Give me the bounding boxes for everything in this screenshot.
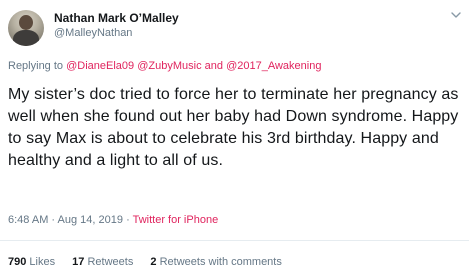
mention-link[interactable]: @DianeEla09 <box>66 60 134 72</box>
likes-count: 790 <box>8 256 27 268</box>
chevron-down-icon[interactable] <box>449 8 463 22</box>
tweet-source-link[interactable]: Twitter for iPhone <box>133 214 219 226</box>
tweet-text: My sister’s doc tried to force her to te… <box>8 86 459 169</box>
replying-to-line: Replying to @DianeEla09 @ZubyMusic and @… <box>8 60 321 72</box>
avatar[interactable] <box>8 10 44 46</box>
meta-separator: · <box>51 214 56 226</box>
author-handle[interactable]: @MalleyNathan <box>54 26 179 41</box>
mention-link[interactable]: @2017_Awakening <box>226 60 321 72</box>
meta-separator: · <box>126 214 130 226</box>
author-names: Nathan Mark O’Malley @MalleyNathan <box>54 11 179 41</box>
likes-stat[interactable]: 790 Likes <box>8 256 55 268</box>
tweet-stats: 790 Likes 17 Retweets 2 Retweets with co… <box>8 256 296 268</box>
mention-and-link[interactable]: and <box>205 60 223 72</box>
retweets-count: 17 <box>72 256 85 268</box>
mention-link[interactable]: @ZubyMusic <box>137 60 201 72</box>
retweets-stat[interactable]: 17 Retweets <box>72 256 133 268</box>
author-display-name[interactable]: Nathan Mark O’Malley <box>54 11 179 26</box>
comments-count: 2 <box>150 256 157 268</box>
tweet-meta: 6:48 AM · Aug 14, 2019 · Twitter for iPh… <box>8 214 218 226</box>
replying-to-label: Replying to <box>8 60 64 72</box>
divider <box>0 240 469 241</box>
tweet-date[interactable]: Aug 14, 2019 <box>58 214 123 226</box>
tweet-time[interactable]: 6:48 AM <box>8 214 48 226</box>
tweet-header: Nathan Mark O’Malley @MalleyNathan <box>8 6 463 48</box>
comments-label: Retweets with comments <box>159 256 282 268</box>
retweets-with-comments-stat[interactable]: 2 Retweets with comments <box>150 256 281 268</box>
likes-label: Likes <box>29 256 56 268</box>
retweets-label: Retweets <box>87 256 134 268</box>
